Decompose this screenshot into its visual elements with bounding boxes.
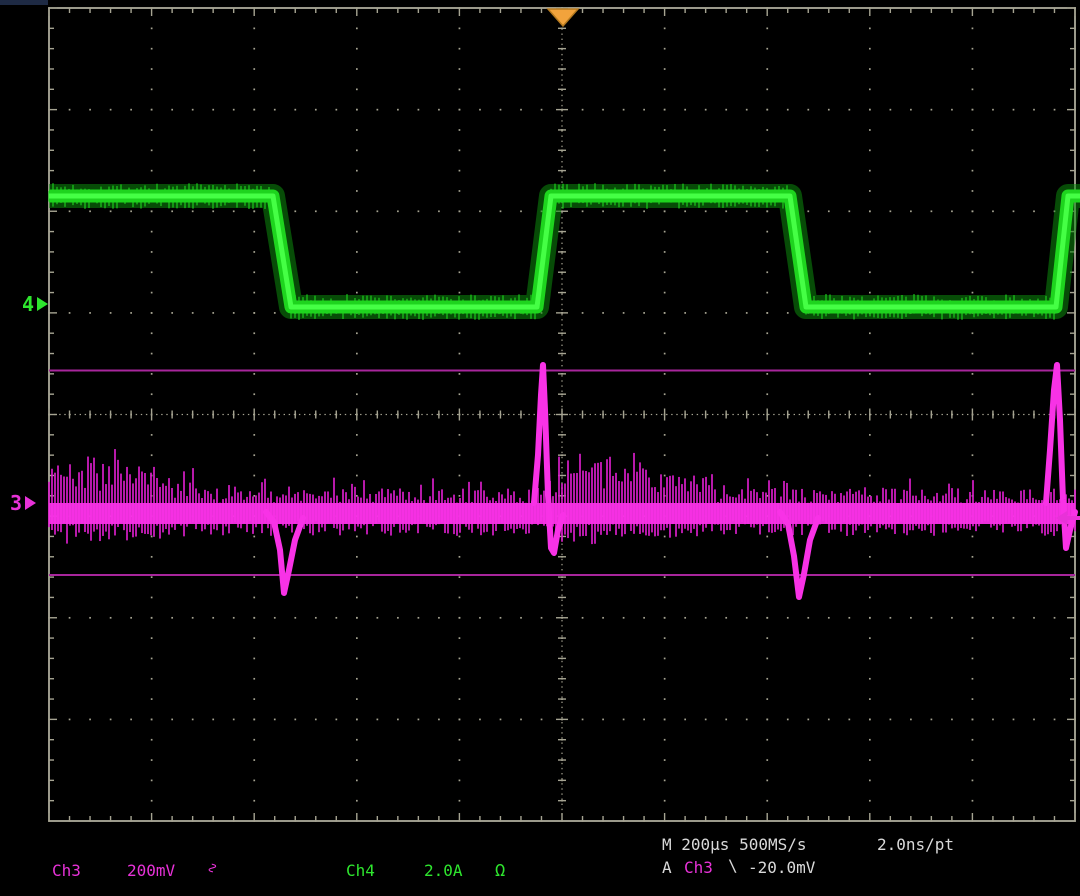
ch3-reference-marker[interactable]: 3	[10, 496, 36, 510]
timebase-readout: M 200µs 500MS/s	[662, 835, 807, 854]
trigger-position-marker[interactable]	[548, 9, 578, 26]
resolution-readout: 2.0ns/pt	[877, 835, 954, 854]
oscilloscope-screen: 4 3 Ch3 200mV ∿ Ch4 2.0A Ω M 200µs 500MS…	[0, 0, 1080, 896]
ch3-marker-arrow-icon	[25, 496, 36, 510]
trigger-mode-readout: A	[662, 858, 672, 877]
trigger-slope-icon: \	[728, 856, 738, 875]
graticule	[48, 7, 1076, 822]
ch3-scale-readout: 200mV	[127, 861, 175, 880]
ch3-readout-label: Ch3	[52, 861, 81, 880]
ch3-trace	[49, 365, 1075, 597]
ch4-marker-label: 4	[22, 297, 34, 311]
ch3-marker-label: 3	[10, 496, 22, 510]
ch4-reference-marker[interactable]: 4	[22, 297, 48, 311]
trigger-source-readout: Ch3	[684, 858, 713, 877]
ch3-coupling-icon: ∿	[206, 860, 218, 876]
waveform-display	[0, 0, 1080, 896]
ch4-scale-readout: 2.0A	[424, 861, 463, 880]
trigger-level-readout: -20.0mV	[748, 858, 815, 877]
ch4-coupling-icon: Ω	[495, 861, 505, 881]
ch4-marker-arrow-icon	[37, 297, 48, 311]
ch4-readout-label: Ch4	[346, 861, 375, 880]
